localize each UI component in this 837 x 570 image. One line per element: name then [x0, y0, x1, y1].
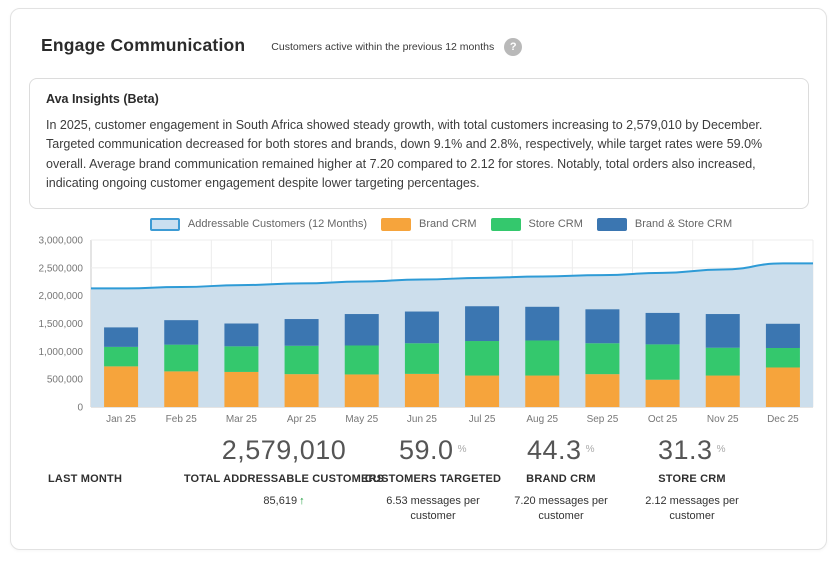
svg-text:Jan 25: Jan 25: [106, 414, 136, 425]
svg-text:May 25: May 25: [345, 414, 378, 425]
svg-text:Jun 25: Jun 25: [407, 414, 437, 425]
legend-item-brand-crm[interactable]: Brand CRM: [381, 218, 476, 231]
area-swatch-icon: [150, 218, 180, 231]
svg-text:500,000: 500,000: [47, 374, 84, 385]
stat-last-month: LAST MONTH: [38, 435, 158, 485]
chart-section: Addressable Customers (12 Months) Brand …: [11, 209, 826, 539]
insights-title: Ava Insights (Beta): [46, 92, 792, 106]
stat-value: 44.3: [527, 435, 582, 465]
svg-text:Sep 25: Sep 25: [587, 414, 619, 425]
page-title: Engage Communication: [41, 35, 245, 56]
stat-store-crm: 31.3% STORE CRM 2.12 messages per custom…: [592, 435, 792, 526]
legend-label: Brand & Store CRM: [635, 218, 732, 230]
svg-text:3,000,000: 3,000,000: [39, 235, 84, 246]
svg-text:Aug 25: Aug 25: [526, 414, 558, 425]
ava-insights-panel: Ava Insights (Beta) In 2025, customer en…: [29, 78, 809, 209]
stat-sub: 2.12 messages per customer: [627, 494, 757, 526]
svg-text:1,000,000: 1,000,000: [39, 346, 84, 357]
stat-label: STORE CRM: [592, 473, 792, 485]
svg-text:Nov 25: Nov 25: [707, 414, 739, 425]
legend-item-store-crm[interactable]: Store CRM: [491, 218, 583, 231]
engagement-chart[interactable]: 0 500,000 1,000,000 1,500,000 2,000,000 2,500…: [31, 233, 827, 429]
brand-store-crm-swatch-icon: [597, 218, 627, 231]
legend-label: Brand CRM: [419, 218, 476, 230]
svg-text:0: 0: [77, 402, 83, 413]
engage-communication-card: Engage Communication Customers active wi…: [10, 8, 827, 550]
svg-text:2,500,000: 2,500,000: [39, 263, 84, 274]
brand-crm-swatch-icon: [381, 218, 411, 231]
legend-item-addressable[interactable]: Addressable Customers (12 Months): [150, 218, 367, 231]
svg-text:Feb 25: Feb 25: [166, 414, 198, 425]
svg-text:Dec 25: Dec 25: [767, 414, 799, 425]
stat-label: LAST MONTH: [38, 473, 158, 485]
help-icon[interactable]: ?: [504, 38, 522, 56]
header-subtitle: Customers active within the previous 12 …: [271, 41, 494, 53]
stat-value: 59.0: [399, 435, 454, 465]
svg-text:1,500,000: 1,500,000: [39, 319, 84, 330]
stats-row: LAST MONTH 2,579,010 TOTAL ADDRESSABLE C…: [11, 435, 826, 531]
header: Engage Communication Customers active wi…: [11, 9, 826, 56]
legend-item-brand-store-crm[interactable]: Brand & Store CRM: [597, 218, 732, 231]
store-crm-swatch-icon: [491, 218, 521, 231]
svg-text:Oct 25: Oct 25: [648, 414, 678, 425]
up-arrow-icon: ↑: [299, 495, 305, 507]
svg-text:2,000,000: 2,000,000: [39, 291, 84, 302]
svg-text:Mar 25: Mar 25: [226, 414, 258, 425]
legend-label: Addressable Customers (12 Months): [188, 218, 367, 230]
percent-unit: %: [717, 444, 726, 455]
stat-value: 31.3: [658, 435, 713, 465]
svg-text:Apr 25: Apr 25: [287, 414, 317, 425]
chart-legend: Addressable Customers (12 Months) Brand …: [71, 218, 811, 231]
legend-label: Store CRM: [529, 218, 583, 230]
svg-text:Jul 25: Jul 25: [469, 414, 496, 425]
insights-body: In 2025, customer engagement in South Af…: [46, 116, 792, 194]
